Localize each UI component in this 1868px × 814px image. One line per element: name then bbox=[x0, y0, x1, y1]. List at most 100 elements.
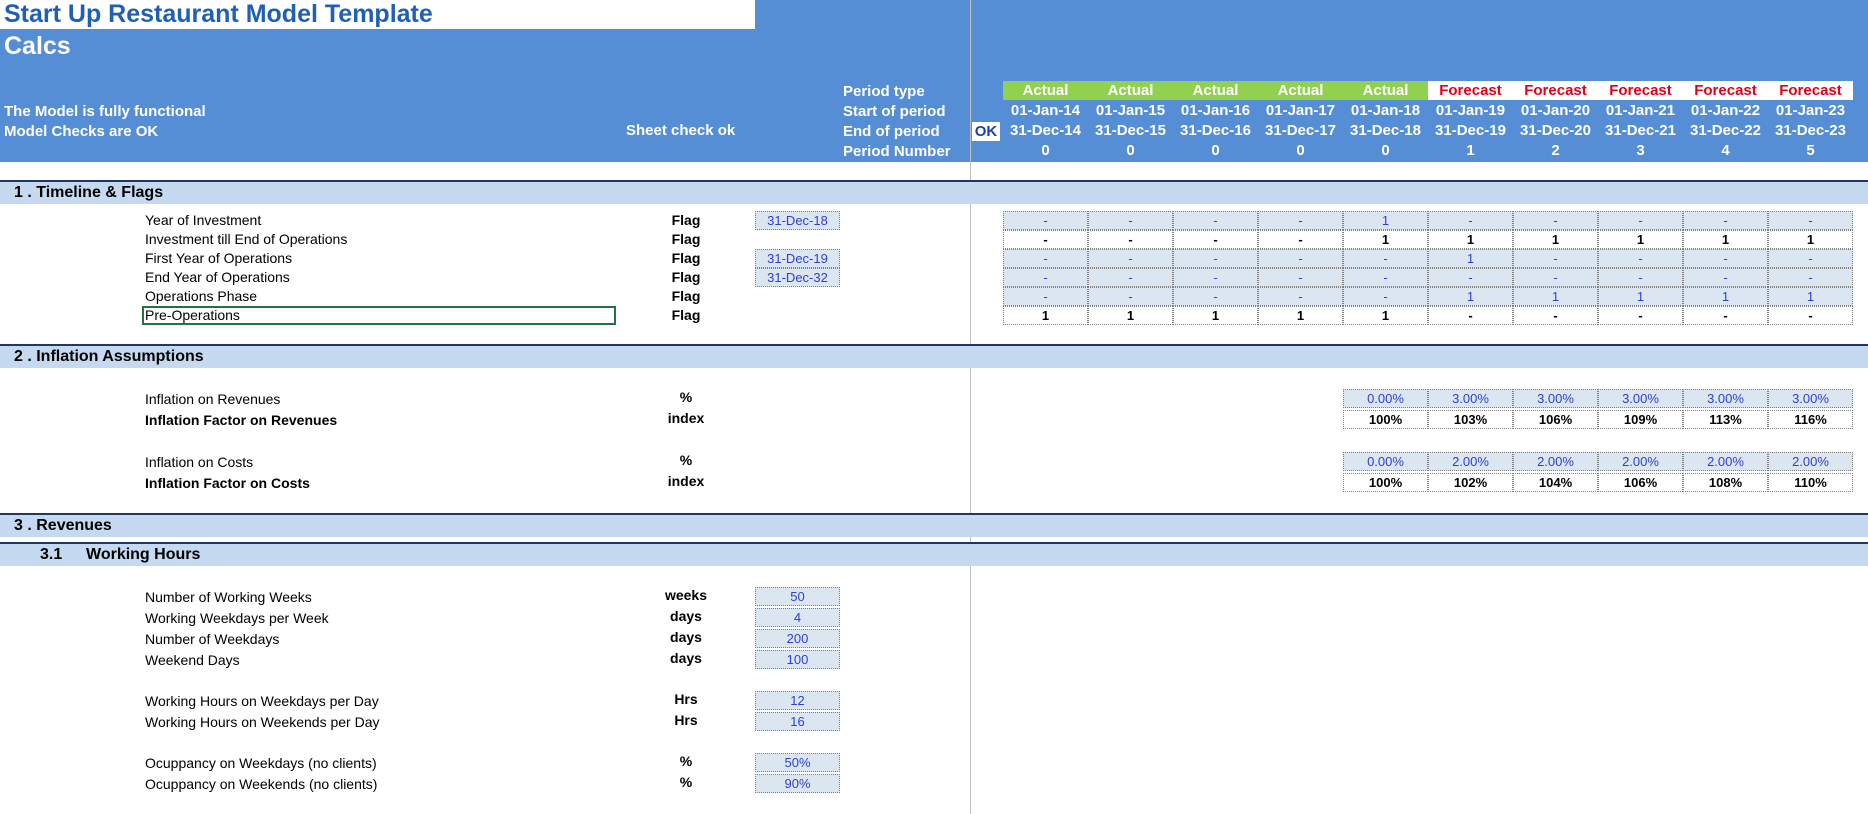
flag-value-cell[interactable]: - bbox=[1513, 249, 1598, 268]
inflation-value-cell[interactable]: 104% bbox=[1513, 473, 1598, 492]
flag-value-cell[interactable]: 1 bbox=[1428, 249, 1513, 268]
flag-value-cell[interactable]: - bbox=[1258, 268, 1343, 287]
flag-row-label[interactable]: Investment till End of Operations bbox=[145, 231, 347, 247]
flag-value-cell[interactable]: 1 bbox=[1683, 230, 1768, 249]
flag-value-cell[interactable]: 1 bbox=[1428, 287, 1513, 306]
inflation-value-cell[interactable]: 0.00% bbox=[1343, 389, 1428, 408]
flag-value-cell[interactable]: - bbox=[1768, 249, 1853, 268]
flag-value-cell[interactable]: 1 bbox=[1088, 306, 1173, 325]
flag-value-cell[interactable]: - bbox=[1428, 211, 1513, 230]
flag-row-date-input[interactable]: 31-Dec-32 bbox=[755, 268, 840, 287]
flag-value-cell[interactable]: - bbox=[1428, 306, 1513, 325]
flag-row-date-input[interactable]: 31-Dec-19 bbox=[755, 249, 840, 268]
flag-value-cell[interactable]: - bbox=[1343, 287, 1428, 306]
working-hours-input[interactable]: 4 bbox=[755, 608, 840, 627]
period-start-cell[interactable]: 01-Jan-15 bbox=[1088, 102, 1173, 119]
flag-value-cell[interactable]: - bbox=[1003, 268, 1088, 287]
inflation-value-cell[interactable]: 2.00% bbox=[1428, 452, 1513, 471]
flag-value-cell[interactable]: - bbox=[1598, 249, 1683, 268]
flag-value-cell[interactable]: - bbox=[1258, 287, 1343, 306]
period-end-cell[interactable]: 31-Dec-21 bbox=[1598, 122, 1683, 139]
flag-row-label[interactable]: Operations Phase bbox=[145, 288, 257, 304]
period-type-cell[interactable]: Actual bbox=[1088, 81, 1173, 100]
flag-row-label[interactable]: First Year of Operations bbox=[145, 250, 292, 266]
period-start-cell[interactable]: 01-Jan-19 bbox=[1428, 102, 1513, 119]
period-type-cell[interactable]: Forecast bbox=[1428, 81, 1513, 100]
inflation-value-cell[interactable]: 2.00% bbox=[1768, 452, 1853, 471]
inflation-value-cell[interactable]: 2.00% bbox=[1513, 452, 1598, 471]
working-hours-input[interactable]: 12 bbox=[755, 691, 840, 710]
flag-row-label[interactable]: End Year of Operations bbox=[145, 269, 290, 285]
flag-value-cell[interactable]: - bbox=[1258, 211, 1343, 230]
period-type-cell[interactable]: Actual bbox=[1173, 81, 1258, 100]
inflation-value-cell[interactable]: 102% bbox=[1428, 473, 1513, 492]
flag-value-cell[interactable]: - bbox=[1768, 211, 1853, 230]
flag-value-cell[interactable]: - bbox=[1003, 249, 1088, 268]
inflation-row-label[interactable]: Inflation on Revenues bbox=[145, 391, 280, 407]
inflation-value-cell[interactable]: 106% bbox=[1513, 410, 1598, 429]
flag-value-cell[interactable]: - bbox=[1173, 287, 1258, 306]
period-end-cell[interactable]: 31-Dec-15 bbox=[1088, 122, 1173, 139]
flag-value-cell[interactable]: - bbox=[1088, 287, 1173, 306]
flag-value-cell[interactable]: - bbox=[1343, 268, 1428, 287]
working-hours-label[interactable]: Ocuppancy on Weekdays (no clients) bbox=[145, 755, 377, 771]
flag-row-date-input[interactable]: 31-Dec-18 bbox=[755, 211, 840, 230]
period-end-cell[interactable]: 31-Dec-17 bbox=[1258, 122, 1343, 139]
inflation-row-label[interactable]: Inflation Factor on Costs bbox=[145, 475, 310, 491]
inflation-row-label[interactable]: Inflation on Costs bbox=[145, 454, 253, 470]
flag-value-cell[interactable]: 1 bbox=[1343, 230, 1428, 249]
inflation-value-cell[interactable]: 2.00% bbox=[1683, 452, 1768, 471]
flag-value-cell[interactable]: - bbox=[1173, 249, 1258, 268]
working-hours-input[interactable]: 90% bbox=[755, 774, 840, 793]
period-end-cell[interactable]: 31-Dec-23 bbox=[1768, 122, 1853, 139]
selected-cell-outline[interactable] bbox=[142, 306, 616, 325]
flag-value-cell[interactable]: 1 bbox=[1513, 287, 1598, 306]
flag-value-cell[interactable]: - bbox=[1683, 249, 1768, 268]
working-hours-input[interactable]: 200 bbox=[755, 629, 840, 648]
working-hours-label[interactable]: Weekend Days bbox=[145, 652, 240, 668]
period-start-cell[interactable]: 01-Jan-23 bbox=[1768, 102, 1853, 119]
inflation-value-cell[interactable]: 100% bbox=[1343, 473, 1428, 492]
working-hours-label[interactable]: Working Hours on Weekends per Day bbox=[145, 714, 379, 730]
flag-value-cell[interactable]: - bbox=[1343, 249, 1428, 268]
flag-value-cell[interactable]: - bbox=[1088, 249, 1173, 268]
flag-value-cell[interactable]: - bbox=[1513, 211, 1598, 230]
period-end-cell[interactable]: 31-Dec-14 bbox=[1003, 122, 1088, 139]
flag-value-cell[interactable]: - bbox=[1173, 211, 1258, 230]
period-number-cell[interactable]: 0 bbox=[1088, 142, 1173, 159]
period-type-cell[interactable]: Forecast bbox=[1598, 81, 1683, 100]
flag-value-cell[interactable]: - bbox=[1173, 230, 1258, 249]
working-hours-label[interactable]: Number of Working Weeks bbox=[145, 589, 312, 605]
period-start-cell[interactable]: 01-Jan-20 bbox=[1513, 102, 1598, 119]
flag-value-cell[interactable]: - bbox=[1598, 306, 1683, 325]
flag-value-cell[interactable]: 1 bbox=[1513, 230, 1598, 249]
inflation-value-cell[interactable]: 110% bbox=[1768, 473, 1853, 492]
inflation-value-cell[interactable]: 103% bbox=[1428, 410, 1513, 429]
flag-value-cell[interactable]: 1 bbox=[1768, 287, 1853, 306]
working-hours-input[interactable]: 100 bbox=[755, 650, 840, 669]
working-hours-input[interactable]: 16 bbox=[755, 712, 840, 731]
working-hours-label[interactable]: Number of Weekdays bbox=[145, 631, 279, 647]
flag-value-cell[interactable]: 1 bbox=[1003, 306, 1088, 325]
inflation-value-cell[interactable]: 109% bbox=[1598, 410, 1683, 429]
working-hours-label[interactable]: Ocuppancy on Weekends (no clients) bbox=[145, 776, 377, 792]
inflation-value-cell[interactable]: 116% bbox=[1768, 410, 1853, 429]
period-number-cell[interactable]: 0 bbox=[1173, 142, 1258, 159]
flag-value-cell[interactable]: 1 bbox=[1598, 230, 1683, 249]
inflation-value-cell[interactable]: 3.00% bbox=[1428, 389, 1513, 408]
flag-value-cell[interactable]: 1 bbox=[1173, 306, 1258, 325]
period-number-cell[interactable]: 4 bbox=[1683, 142, 1768, 159]
flag-value-cell[interactable]: - bbox=[1088, 268, 1173, 287]
flag-value-cell[interactable]: - bbox=[1683, 268, 1768, 287]
period-start-cell[interactable]: 01-Jan-22 bbox=[1683, 102, 1768, 119]
period-type-cell[interactable]: Actual bbox=[1258, 81, 1343, 100]
flag-value-cell[interactable]: - bbox=[1003, 287, 1088, 306]
period-end-cell[interactable]: 31-Dec-19 bbox=[1428, 122, 1513, 139]
period-type-cell[interactable]: Actual bbox=[1003, 81, 1088, 100]
working-hours-label[interactable]: Working Hours on Weekdays per Day bbox=[145, 693, 379, 709]
flag-row-label[interactable]: Year of Investment bbox=[145, 212, 261, 228]
period-type-cell[interactable]: Forecast bbox=[1513, 81, 1598, 100]
period-number-cell[interactable]: 5 bbox=[1768, 142, 1853, 159]
period-type-cell[interactable]: Actual bbox=[1343, 81, 1428, 100]
inflation-value-cell[interactable]: 3.00% bbox=[1683, 389, 1768, 408]
